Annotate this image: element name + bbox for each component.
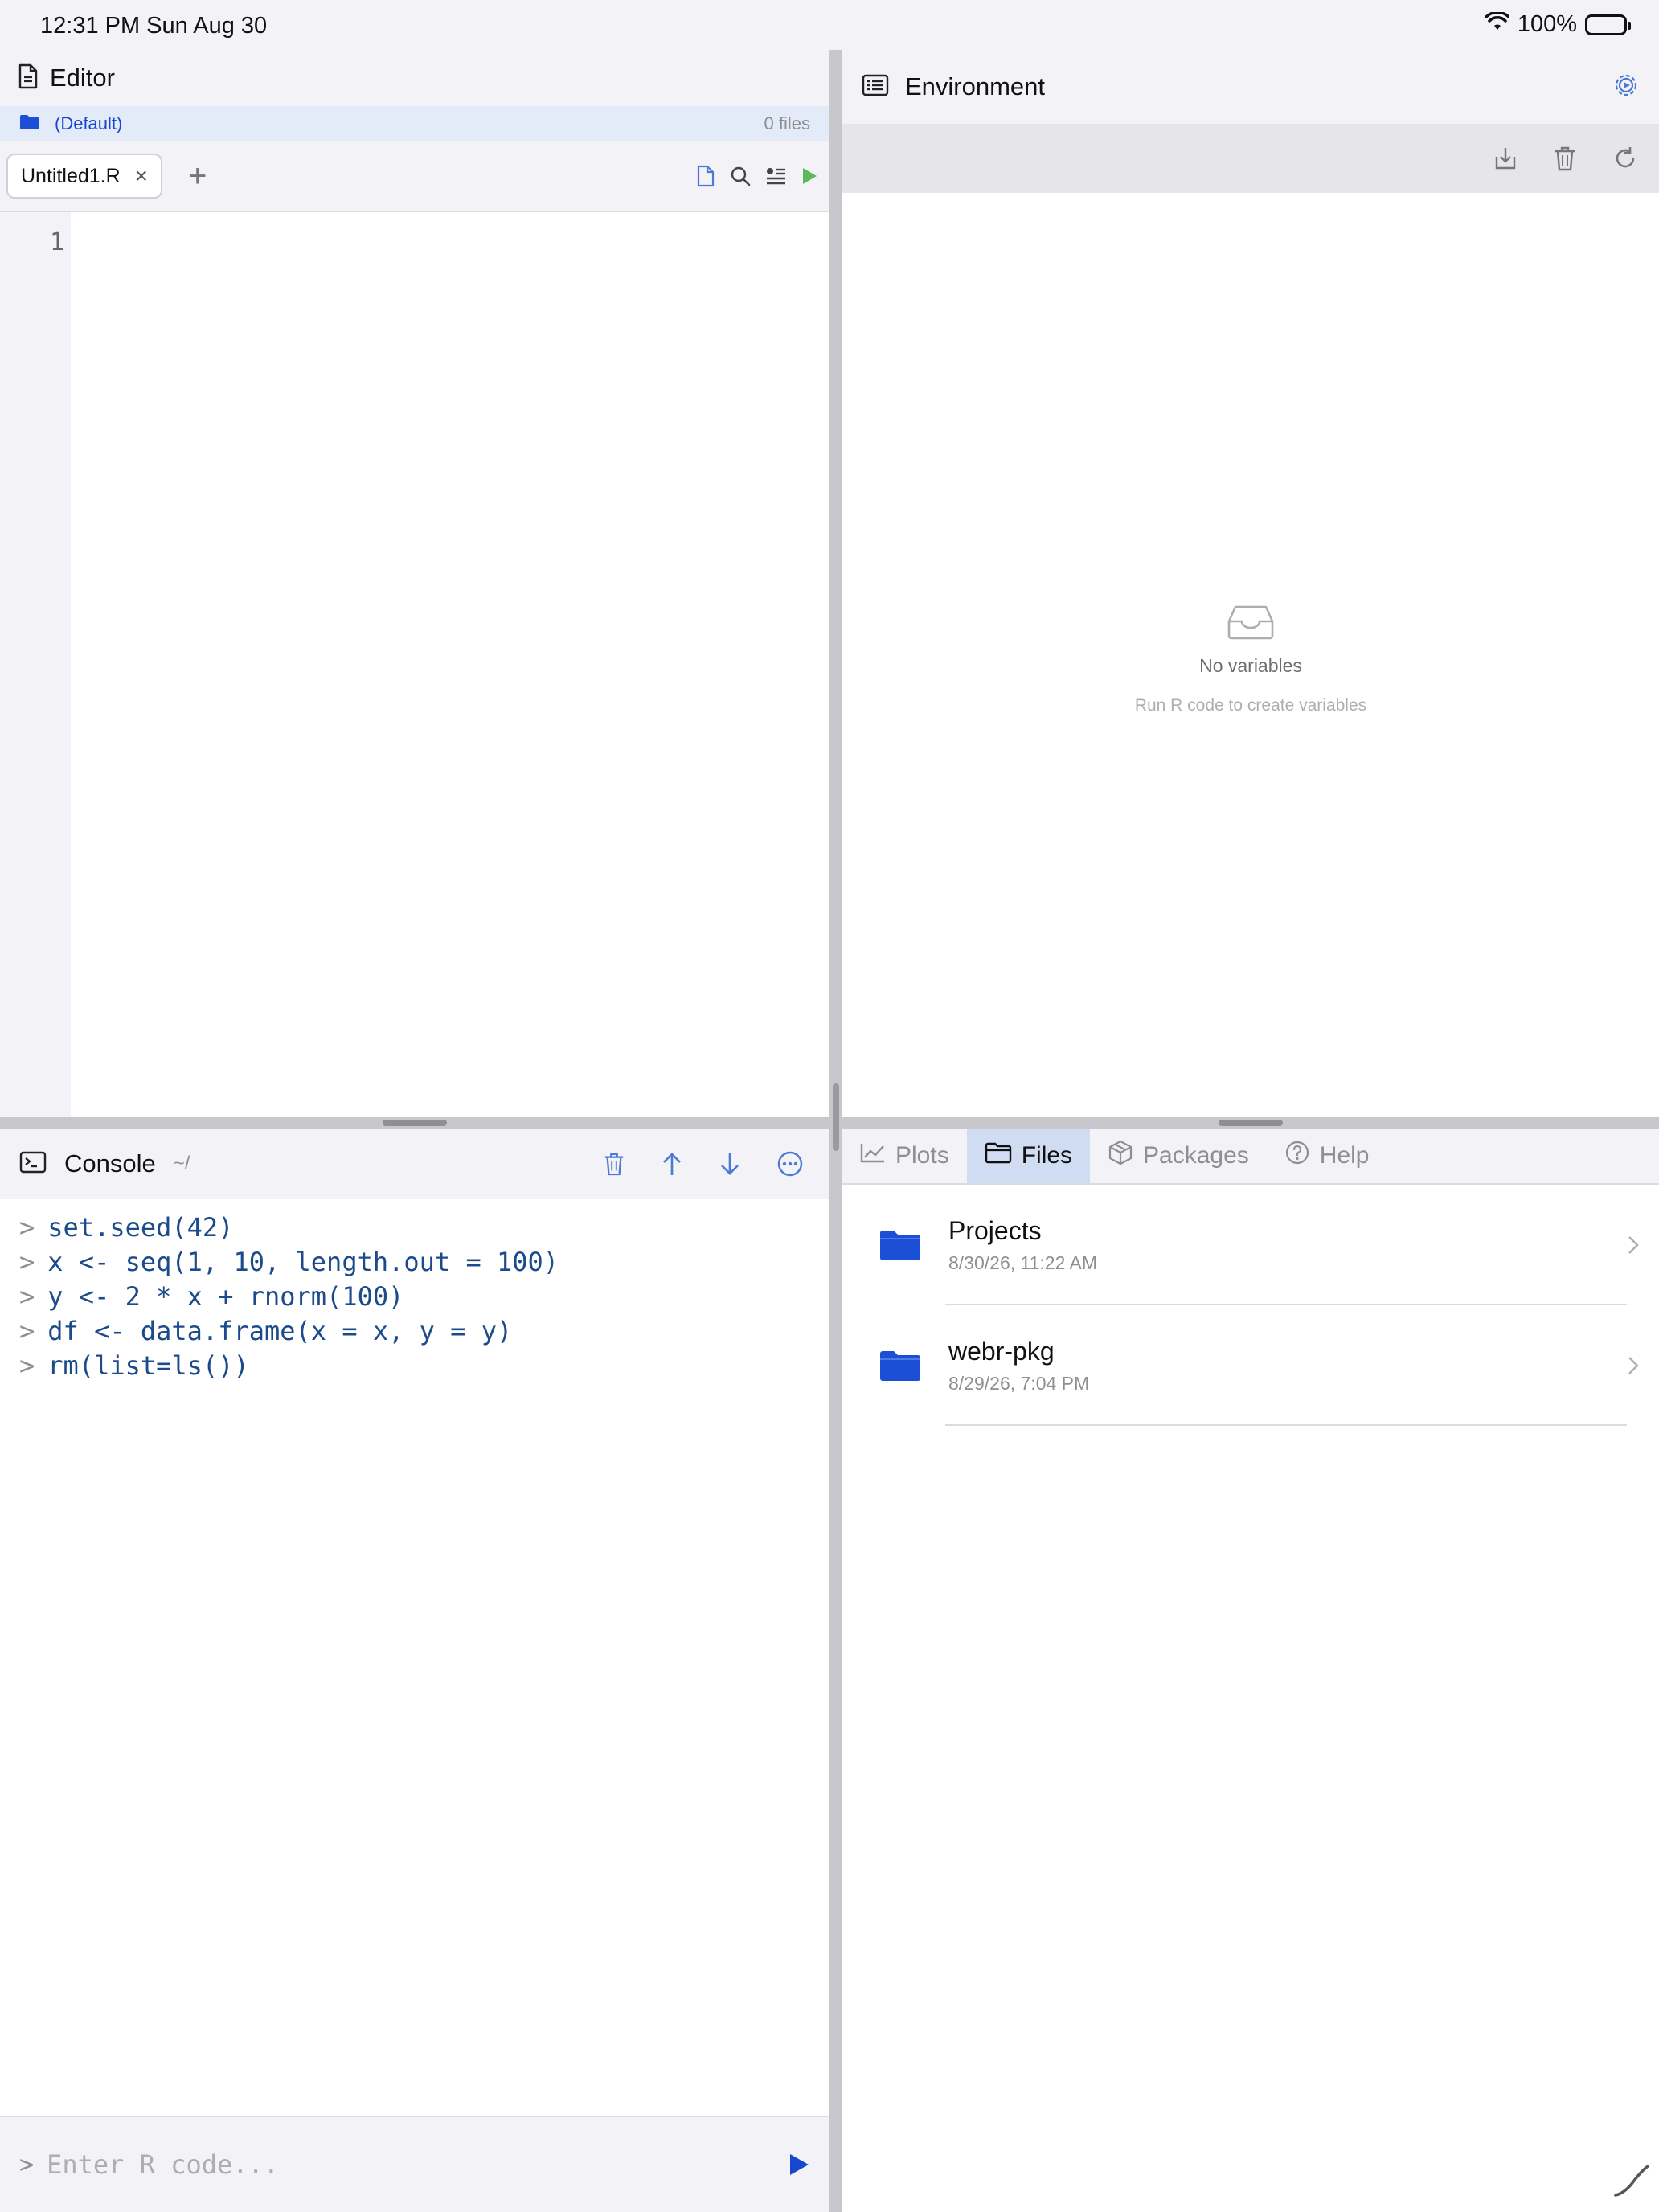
- file-name: webr-pkg: [948, 1337, 1055, 1366]
- line-number: 1: [49, 228, 64, 256]
- pencil-stroke-icon: [1612, 2163, 1651, 2202]
- tab-plots-label: Plots: [895, 1142, 949, 1169]
- empty-subtitle: Run R code to create variables: [1134, 696, 1367, 715]
- send-icon[interactable]: [788, 2153, 810, 2177]
- project-bar[interactable]: (Default) 0 files: [0, 106, 830, 141]
- environment-toolbar: [842, 124, 1659, 193]
- console-line: > y <- 2 * x + rnorm(100): [19, 1280, 830, 1314]
- console-line: > x <- seq(1, 10, length.out = 100): [19, 1245, 830, 1280]
- console-prompt: >: [19, 1247, 35, 1277]
- new-file-icon[interactable]: [696, 165, 715, 187]
- tab-files[interactable]: Files: [966, 1129, 1091, 1183]
- chevron-right-icon: [1627, 1235, 1640, 1262]
- folder-icon: [19, 114, 40, 134]
- close-icon[interactable]: ×: [135, 163, 148, 189]
- gear-icon[interactable]: [1612, 72, 1640, 103]
- project-name: (Default): [55, 113, 123, 133]
- folder-icon: [880, 1351, 920, 1381]
- folder-row-webr-pkg[interactable]: webr-pkg 8/29/26, 7:04 PM: [842, 1305, 1659, 1426]
- console-code: set.seed(42): [47, 1212, 234, 1243]
- right-resize-handle[interactable]: [1219, 1120, 1283, 1126]
- files-tabbar: Plots Files Packages Help: [842, 1129, 1659, 1185]
- console-code: y <- 2 * x + rnorm(100): [47, 1281, 404, 1312]
- import-icon[interactable]: [1493, 145, 1518, 171]
- list-icon: [862, 74, 889, 100]
- vertical-resize-handle[interactable]: [833, 1083, 839, 1151]
- console-input-bar: >: [0, 2116, 830, 2212]
- arrow-up-icon[interactable]: [661, 1151, 683, 1177]
- tab-help-label: Help: [1319, 1142, 1370, 1169]
- console-title: Console: [64, 1149, 156, 1178]
- console-code: x <- seq(1, 10, length.out = 100): [47, 1247, 559, 1277]
- input-prompt: >: [19, 2150, 35, 2179]
- environment-header: Environment: [842, 50, 1659, 124]
- row-separator: [945, 1424, 1627, 1426]
- editor-pane: Editor (Default) 0 files Untitled1.R × +: [0, 50, 830, 1117]
- console-line: > set.seed(42): [19, 1210, 830, 1245]
- terminal-icon: [19, 1151, 47, 1178]
- tray-icon: [1227, 605, 1274, 643]
- file-date: 8/29/26, 7:04 PM: [948, 1373, 1090, 1394]
- console-output: > set.seed(42) > x <- seq(1, 10, length.ou…: [0, 1199, 830, 1383]
- file-date: 8/30/26, 11:22 AM: [948, 1252, 1097, 1273]
- empty-state: No variables Run R code to create variab…: [842, 604, 1659, 715]
- console-header: Console ~/: [0, 1129, 830, 1199]
- editor-title: Editor: [50, 63, 115, 92]
- tab-untitled1[interactable]: Untitled1.R ×: [6, 154, 163, 199]
- clear-console-icon[interactable]: [603, 1151, 625, 1177]
- console-input[interactable]: [47, 2149, 788, 2180]
- battery-percent: 100%: [1517, 11, 1577, 37]
- environment-title: Environment: [905, 72, 1046, 100]
- folder-outline-icon: [985, 1141, 1012, 1170]
- tab-plots[interactable]: Plots: [842, 1129, 967, 1183]
- package-icon: [1108, 1140, 1133, 1172]
- empty-title: No variables: [1199, 655, 1302, 676]
- console-pane: Console ~/ > set.seed(42) > x <- seq(1, 10…: [0, 1129, 830, 2212]
- status-time: 12:31 PM Sun Aug 30: [40, 13, 268, 39]
- document-icon: [18, 63, 39, 93]
- line-gutter: 1: [0, 212, 71, 1117]
- format-code-icon[interactable]: [765, 166, 786, 186]
- files-pane: Plots Files Packages Help Projects 8/30/…: [842, 1129, 1659, 2212]
- chevron-right-icon: [1627, 1355, 1640, 1382]
- chart-line-icon: [860, 1142, 886, 1169]
- battery-icon: [1585, 14, 1631, 35]
- tab-files-label: Files: [1021, 1142, 1073, 1169]
- search-icon[interactable]: [730, 166, 751, 186]
- console-prompt: >: [19, 1212, 35, 1243]
- folder-icon: [880, 1231, 920, 1260]
- file-name: Projects: [948, 1216, 1042, 1245]
- more-icon[interactable]: [776, 1150, 804, 1178]
- add-tab-button[interactable]: +: [188, 158, 207, 195]
- tab-help[interactable]: Help: [1267, 1129, 1387, 1183]
- code-editor[interactable]: 1: [0, 212, 830, 1117]
- console-line: > rm(list=ls()): [19, 1349, 830, 1383]
- left-resize-handle[interactable]: [383, 1120, 447, 1126]
- environment-pane: Environment No variables Run R code to c…: [842, 50, 1659, 1117]
- console-toolbar: [603, 1150, 810, 1178]
- arrow-down-icon[interactable]: [719, 1151, 741, 1177]
- status-indicators: 100%: [1485, 10, 1631, 38]
- console-prompt: >: [19, 1281, 35, 1312]
- editor-header: Editor: [0, 50, 830, 106]
- tab-label: Untitled1.R: [21, 164, 121, 187]
- editor-tabbar: Untitled1.R × +: [0, 141, 830, 212]
- question-icon: [1284, 1140, 1310, 1172]
- pane-divider-top: [830, 0, 842, 50]
- console-prompt: >: [19, 1350, 35, 1381]
- folder-row-projects[interactable]: Projects 8/30/26, 11:22 AM: [842, 1185, 1659, 1305]
- run-icon[interactable]: [801, 166, 818, 186]
- editor-toolbar: [696, 165, 823, 187]
- tab-packages-label: Packages: [1143, 1142, 1249, 1169]
- console-path: ~/: [173, 1153, 190, 1174]
- console-line: > df <- data.frame(x = x, y = y): [19, 1314, 830, 1349]
- project-file-count: 0 files: [764, 113, 810, 133]
- tab-packages[interactable]: Packages: [1090, 1129, 1267, 1183]
- wifi-icon: [1485, 10, 1510, 38]
- trash-icon[interactable]: [1553, 145, 1577, 171]
- console-code: df <- data.frame(x = x, y = y): [47, 1316, 513, 1346]
- console-code: rm(list=ls()): [47, 1350, 249, 1381]
- console-prompt: >: [19, 1316, 35, 1346]
- refresh-icon[interactable]: [1612, 145, 1638, 171]
